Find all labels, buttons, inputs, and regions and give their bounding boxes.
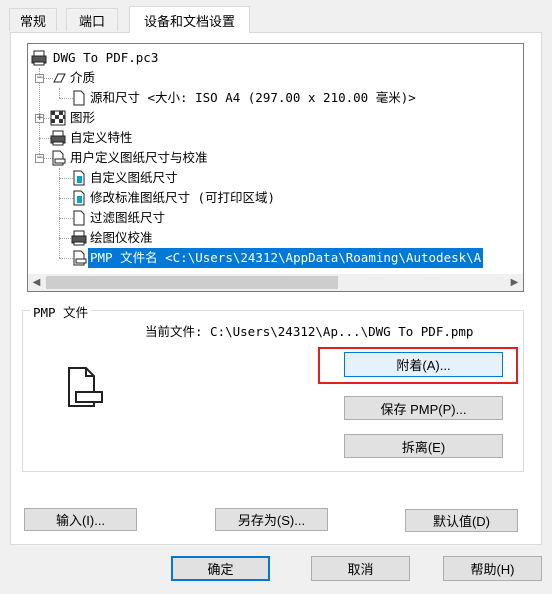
detach-button-label: 拆离(E) bbox=[401, 439, 446, 455]
page-icon bbox=[73, 210, 85, 226]
tree-item-label: 用户定义图纸尺寸与校准 bbox=[70, 150, 208, 165]
save-pmp-button[interactable]: 保存 PMP(P)... bbox=[344, 396, 503, 420]
custom-paper-icon bbox=[73, 170, 85, 186]
plotter-icon bbox=[31, 50, 47, 66]
detach-button[interactable]: 拆离(E) bbox=[344, 434, 503, 458]
tree-item-label: 自定义图纸尺寸 bbox=[90, 170, 178, 185]
tree-item-graphics[interactable]: + 图形 bbox=[28, 108, 523, 128]
tree-item-label: PMP 文件名 <C:\Users\24312\AppData\Roaming\… bbox=[88, 248, 484, 268]
tree-item-label: 图形 bbox=[70, 110, 96, 125]
tab-ports-label: 端口 bbox=[78, 13, 105, 29]
import-button[interactable]: 输入(I)... bbox=[24, 508, 137, 531]
tree-item-label: 介质 bbox=[70, 70, 96, 85]
custom-paper-icon bbox=[73, 190, 85, 206]
attach-button-label: 附着(A)... bbox=[396, 358, 451, 373]
tree-item-label: 自定义特性 bbox=[70, 130, 133, 145]
tab-device-document-settings[interactable]: 设备和文档设置 bbox=[129, 6, 250, 33]
collapse-icon[interactable]: − bbox=[35, 154, 44, 163]
tree-item-source-size[interactable]: 源和尺寸 <大小: ISO A4 (297.00 x 210.00 毫米)> bbox=[28, 88, 523, 108]
import-button-label: 输入(I)... bbox=[55, 513, 106, 528]
ok-button-label: 确定 bbox=[207, 562, 234, 577]
settings-tree[interactable]: DWG To PDF.pc3 − 介质 源和尺寸 <大小: ISO A4 (29… bbox=[27, 43, 524, 292]
page-icon bbox=[52, 150, 66, 166]
attach-button[interactable]: 附着(A)... bbox=[344, 352, 503, 377]
save-pmp-button-label: 保存 PMP(P)... bbox=[380, 401, 467, 417]
plotter-icon bbox=[71, 230, 87, 246]
tree-item-filter-paper-size[interactable]: 过滤图纸尺寸 bbox=[28, 208, 523, 228]
cancel-button-label: 取消 bbox=[347, 562, 374, 577]
tree-item-modify-standard-paper[interactable]: 修改标准图纸尺寸 (可打印区域) bbox=[28, 188, 523, 208]
tree-item-label: DWG To PDF.pc3 bbox=[53, 50, 159, 65]
collapse-icon[interactable]: − bbox=[35, 74, 44, 83]
scroll-left-icon[interactable]: ◀ bbox=[28, 274, 45, 291]
cancel-button[interactable]: 取消 bbox=[311, 556, 410, 581]
page-icon bbox=[73, 90, 85, 106]
media-icon bbox=[53, 73, 66, 83]
tree-item-custom-properties[interactable]: 自定义特性 bbox=[28, 128, 523, 148]
ok-button[interactable]: 确定 bbox=[171, 556, 270, 581]
tree-item-media[interactable]: − 介质 bbox=[28, 68, 523, 88]
tree-item-root[interactable]: DWG To PDF.pc3 bbox=[28, 48, 523, 68]
current-file-text: 当前文件: C:\Users\24312\Ap...\DWG To PDF.pm… bbox=[145, 324, 474, 339]
scroll-right-icon[interactable]: ▶ bbox=[506, 274, 523, 291]
help-button[interactable]: 帮助(H) bbox=[443, 556, 542, 581]
expand-icon[interactable]: + bbox=[35, 114, 44, 123]
help-button-label: 帮助(H) bbox=[470, 562, 515, 577]
save-as-button-label: 另存为(S)... bbox=[237, 513, 306, 528]
tab-device-document-settings-label: 设备和文档设置 bbox=[143, 13, 235, 29]
tab-general[interactable]: 常规 bbox=[9, 8, 57, 31]
page-icon bbox=[73, 250, 87, 266]
graphics-icon bbox=[50, 110, 66, 126]
save-as-button[interactable]: 另存为(S)... bbox=[215, 508, 328, 531]
tree-item-label: 绘图仪校准 bbox=[90, 230, 153, 245]
tree-item-label: 源和尺寸 <大小: ISO A4 (297.00 x 210.00 毫米)> bbox=[90, 90, 416, 105]
pmp-group-label: PMP 文件 bbox=[30, 302, 92, 321]
tree-horizontal-scrollbar[interactable]: ◀ ▶ bbox=[28, 274, 523, 291]
tree-item-custom-paper-size[interactable]: 自定义图纸尺寸 bbox=[28, 168, 523, 188]
tab-ports[interactable]: 端口 bbox=[66, 8, 118, 31]
defaults-button[interactable]: 默认值(D) bbox=[405, 509, 518, 532]
tree-item-pmp-filename[interactable]: PMP 文件名 <C:\Users\24312\AppData\Roaming\… bbox=[28, 248, 523, 268]
pmp-file-icon bbox=[68, 367, 103, 407]
tree-item-label: 修改标准图纸尺寸 (可打印区域) bbox=[90, 190, 276, 205]
scrollbar-thumb[interactable] bbox=[46, 276, 338, 289]
plotter-icon bbox=[50, 130, 66, 146]
tree-item-label: 过滤图纸尺寸 bbox=[90, 210, 166, 225]
tree-item-plotter-calibration[interactable]: 绘图仪校准 bbox=[28, 228, 523, 248]
defaults-button-label: 默认值(D) bbox=[432, 514, 491, 529]
tree-item-user-defined-paper[interactable]: − 用户定义图纸尺寸与校准 bbox=[28, 148, 523, 168]
tab-general-label: 常规 bbox=[19, 13, 46, 29]
